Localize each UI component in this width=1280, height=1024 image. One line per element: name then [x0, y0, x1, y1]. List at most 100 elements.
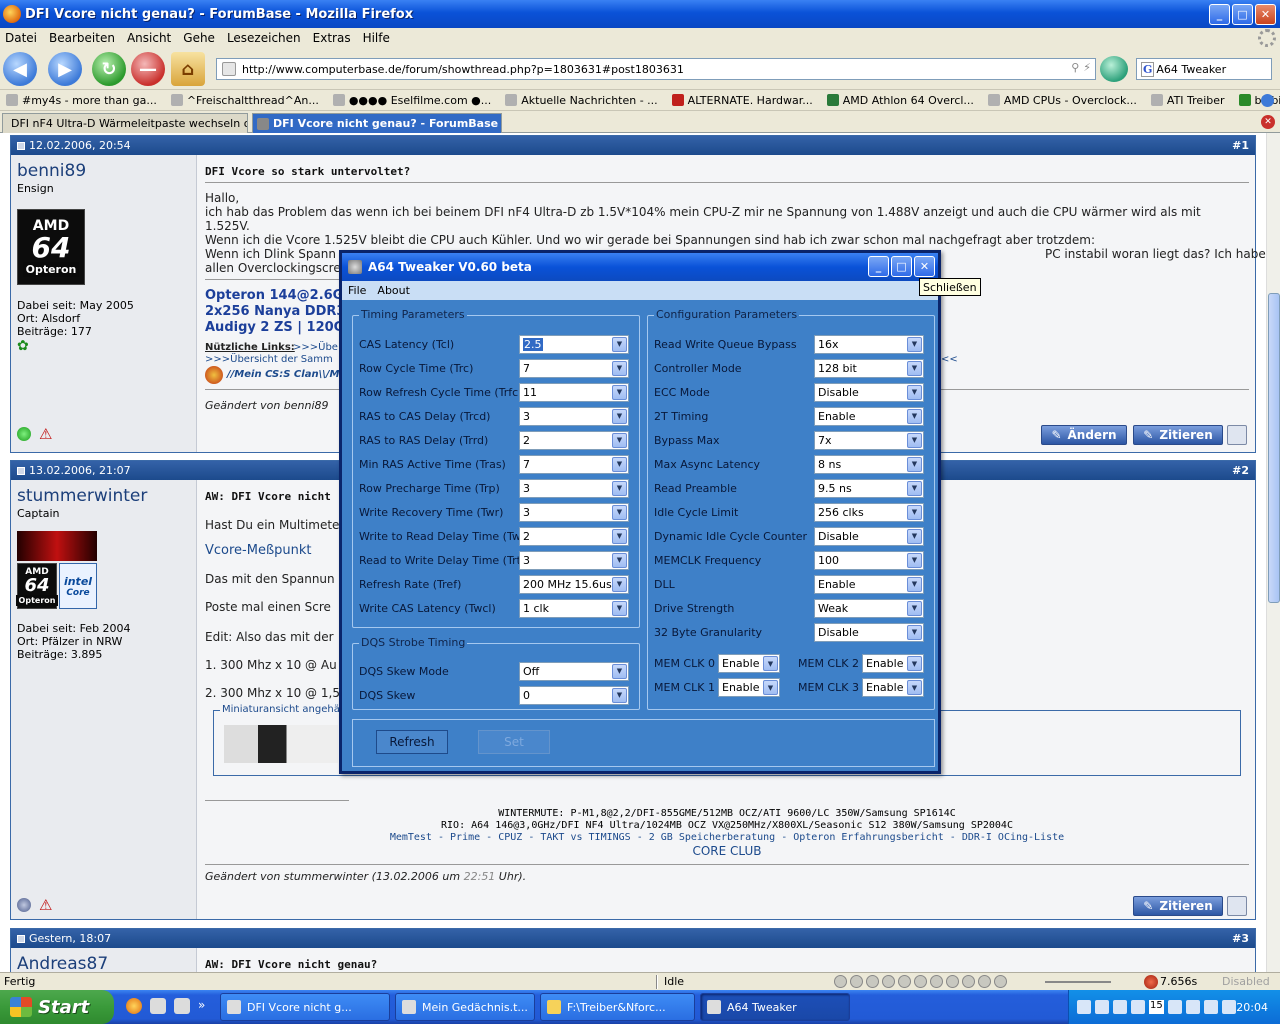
shield-tray-icon[interactable] — [1185, 1000, 1200, 1014]
play-icon[interactable] — [850, 975, 863, 988]
param-select[interactable]: Disable ▼ — [814, 526, 924, 546]
param-select[interactable]: 9.5 ns ▼ — [814, 478, 924, 498]
clan-link[interactable]: //Mein CS:S Clan\\/M — [227, 368, 339, 382]
bookmark-item[interactable]: AMD Athlon 64 Overcl... — [821, 94, 982, 107]
repeat-icon[interactable] — [914, 975, 927, 988]
sig-link-prime[interactable]: Prime — [450, 832, 480, 843]
memclk-select[interactable]: Enable ▼ — [862, 678, 924, 697]
search-bar[interactable]: G A64 Tweaker — [1136, 58, 1272, 80]
url-bar[interactable]: http://www.computerbase.de/forum/showthr… — [216, 58, 1096, 80]
tweaker-menu-about[interactable]: About — [371, 284, 415, 297]
quick-launch-more[interactable]: » — [198, 998, 205, 1014]
memclk-select[interactable]: Enable ▼ — [718, 654, 780, 673]
monitor-tray-icon[interactable] — [1131, 1000, 1145, 1014]
edit-button[interactable]: ✎ Ändern — [1041, 425, 1127, 445]
pause-icon[interactable] — [866, 975, 879, 988]
home-button[interactable]: ⌂ — [171, 52, 205, 86]
post-number[interactable]: #1 — [1232, 139, 1249, 152]
bookmark-item[interactable]: AMD CPUs - Overclock... — [982, 94, 1145, 107]
mail-quicklaunch-icon[interactable] — [150, 998, 166, 1014]
dropdown-arrow-icon[interactable]: ▼ — [612, 576, 627, 592]
page-scrollbar[interactable] — [1266, 133, 1280, 972]
headset-tray-icon[interactable] — [1077, 1000, 1091, 1014]
url-text[interactable]: http://www.computerbase.de/forum/showthr… — [242, 63, 684, 76]
param-select[interactable]: Weak ▼ — [814, 598, 924, 618]
report-icon[interactable]: ⚠ — [39, 425, 52, 443]
dropdown-arrow-icon[interactable]: ▼ — [763, 656, 778, 671]
network-tray-icon[interactable] — [1095, 1000, 1109, 1014]
location-pin-icon[interactable]: ⚲ — [1071, 61, 1079, 74]
refresh-button[interactable]: Refresh — [376, 730, 448, 754]
menu-extras[interactable]: Extras — [308, 31, 358, 45]
sig-link-speicher[interactable]: 2 GB Speicherberatung — [649, 832, 775, 843]
dropdown-arrow-icon[interactable]: ▼ — [907, 600, 922, 616]
volume-slider[interactable] — [1045, 981, 1111, 983]
param-select[interactable]: Enable ▼ — [814, 406, 924, 426]
menu-hilfe[interactable]: Hilfe — [358, 31, 397, 45]
desktop-quicklaunch-icon[interactable] — [174, 998, 190, 1014]
multiquote-icon[interactable] — [1227, 896, 1247, 916]
tab-dfi-waermeleitpaste[interactable]: DFI nF4 Ultra-D Wärmeleitpaste wechseln … — [2, 113, 248, 133]
dropdown-arrow-icon[interactable]: ▼ — [763, 680, 778, 695]
post-number[interactable]: #3 — [1232, 932, 1249, 945]
bookmark-item[interactable]: ALTERNATE. Hardwar... — [666, 94, 821, 107]
display-tray-icon[interactable] — [1221, 1000, 1236, 1014]
chart-tray-icon[interactable] — [1167, 1000, 1182, 1014]
bookmark-item[interactable]: ^Freischaltthread^An... — [165, 94, 327, 107]
param-select[interactable]: 2.5 ▼ — [519, 334, 629, 354]
dropdown-arrow-icon[interactable]: ▼ — [907, 432, 922, 448]
close-button[interactable]: ✕ — [1255, 4, 1276, 25]
dropdown-arrow-icon[interactable]: ▼ — [612, 600, 627, 616]
dropdown-arrow-icon[interactable]: ▼ — [612, 384, 627, 400]
eq-icon[interactable] — [962, 975, 975, 988]
param-select[interactable]: 3 ▼ — [519, 502, 629, 522]
param-select[interactable]: 100 ▼ — [814, 550, 924, 570]
param-select[interactable]: 256 clks ▼ — [814, 502, 924, 522]
menu-ansicht[interactable]: Ansicht — [122, 31, 178, 45]
gear-tray-icon[interactable] — [1113, 1000, 1127, 1014]
dropdown-arrow-icon[interactable]: ▼ — [612, 528, 627, 544]
stop-button[interactable]: — — [131, 52, 165, 86]
firefox-quicklaunch-icon[interactable] — [126, 998, 142, 1014]
maximize-button[interactable]: □ — [1232, 4, 1253, 25]
dropdown-arrow-icon[interactable]: ▼ — [612, 687, 627, 703]
go-button[interactable] — [1100, 56, 1128, 82]
menu-lesezeichen[interactable]: Lesezeichen — [222, 31, 308, 45]
feed-icon[interactable]: ⚡ — [1083, 61, 1091, 74]
bookmark-item[interactable]: Aktuelle Nachrichten - ... — [499, 94, 665, 107]
attachment-thumbnail[interactable] — [224, 725, 338, 763]
set-button[interactable]: Set — [478, 730, 550, 754]
next-icon[interactable] — [898, 975, 911, 988]
dropdown-arrow-icon[interactable]: ▼ — [907, 576, 922, 592]
param-select[interactable]: 3 ▼ — [519, 478, 629, 498]
dropdown-arrow-icon[interactable]: ▼ — [612, 663, 627, 679]
param-select[interactable]: 2 ▼ — [519, 526, 629, 546]
bookmark-item[interactable]: ATI Treiber — [1145, 94, 1233, 107]
dropdown-arrow-icon[interactable]: ▼ — [907, 624, 922, 640]
param-select[interactable]: Off ▼ — [519, 661, 629, 681]
sig-link-memtest[interactable]: MemTest — [390, 832, 432, 843]
scrollbar-thumb[interactable] — [1268, 293, 1280, 603]
param-select[interactable]: 11 ▼ — [519, 382, 629, 402]
multiquote-icon[interactable] — [1227, 425, 1247, 445]
dropdown-arrow-icon[interactable]: ▼ — [907, 384, 922, 400]
memclk-select[interactable]: Enable ▼ — [862, 654, 924, 673]
dropdown-arrow-icon[interactable]: ▼ — [612, 456, 627, 472]
useful-link[interactable]: << — [941, 353, 958, 367]
param-select[interactable]: 2 ▼ — [519, 430, 629, 450]
bookmark-item[interactable]: #my4s - more than ga... — [0, 94, 165, 107]
menu-bearbeiten[interactable]: Bearbeiten — [44, 31, 122, 45]
param-select[interactable]: 7 ▼ — [519, 454, 629, 474]
tweaker-close-button[interactable]: ✕ — [914, 256, 935, 277]
param-select[interactable]: 128 bit ▼ — [814, 358, 924, 378]
dropdown-arrow-icon[interactable]: ▼ — [907, 480, 922, 496]
dropdown-arrow-icon[interactable]: ▼ — [907, 408, 922, 424]
tab-dfi-vcore[interactable]: DFI Vcore nicht genau? - ForumBase — [252, 113, 502, 133]
speaker-tray-icon[interactable] — [1203, 1000, 1218, 1014]
dropdown-arrow-icon[interactable]: ▼ — [907, 656, 922, 671]
param-select[interactable]: 200 MHz 15.6us ▼ — [519, 574, 629, 594]
dropdown-arrow-icon[interactable]: ▼ — [612, 336, 627, 352]
dropdown-arrow-icon[interactable]: ▼ — [907, 504, 922, 520]
dropdown-arrow-icon[interactable]: ▼ — [907, 336, 922, 352]
vcore-link[interactable]: Vcore-Meßpunkt — [205, 544, 312, 558]
